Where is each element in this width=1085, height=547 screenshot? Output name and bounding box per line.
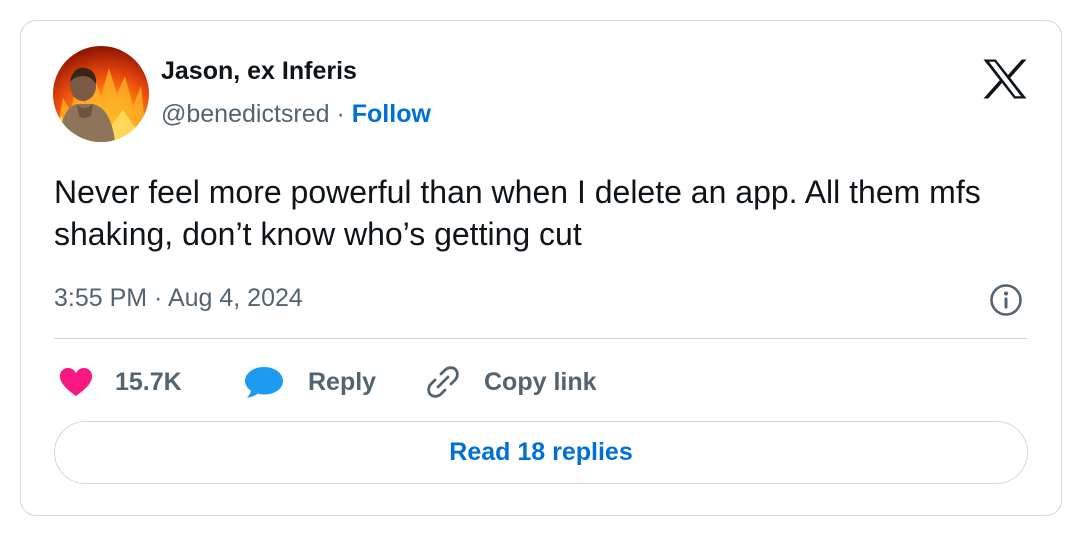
- link-icon: [426, 365, 460, 399]
- separator: ·: [336, 100, 345, 128]
- info-icon[interactable]: [989, 283, 1023, 317]
- read-replies-button[interactable]: Read 18 replies: [54, 421, 1028, 484]
- handle[interactable]: @benedictsred: [161, 100, 330, 128]
- x-logo-icon[interactable]: [983, 59, 1027, 99]
- divider: [54, 338, 1028, 339]
- timestamp[interactable]: 3:55 PM · Aug 4, 2024: [54, 284, 303, 313]
- avatar[interactable]: [53, 46, 149, 142]
- tweet-text: Never feel more powerful than when I del…: [54, 174, 981, 252]
- like-count: 15.7K: [115, 367, 182, 396]
- copy-link-label: Copy link: [484, 367, 597, 396]
- tweet-card: Jason, ex Inferis @benedictsred · Follow…: [20, 20, 1062, 516]
- like-button[interactable]: 15.7K: [59, 364, 182, 400]
- display-name[interactable]: Jason, ex Inferis: [161, 57, 357, 86]
- follow-button[interactable]: Follow: [352, 100, 431, 128]
- read-replies-label: Read 18 replies: [449, 438, 633, 466]
- reply-button[interactable]: Reply: [244, 364, 376, 400]
- speech-bubble-icon: [244, 365, 284, 399]
- reply-label: Reply: [308, 367, 377, 396]
- copy-link-button[interactable]: Copy link: [426, 364, 597, 400]
- handle-row: @benedictsred · Follow: [161, 100, 431, 129]
- heart-icon: [59, 367, 93, 397]
